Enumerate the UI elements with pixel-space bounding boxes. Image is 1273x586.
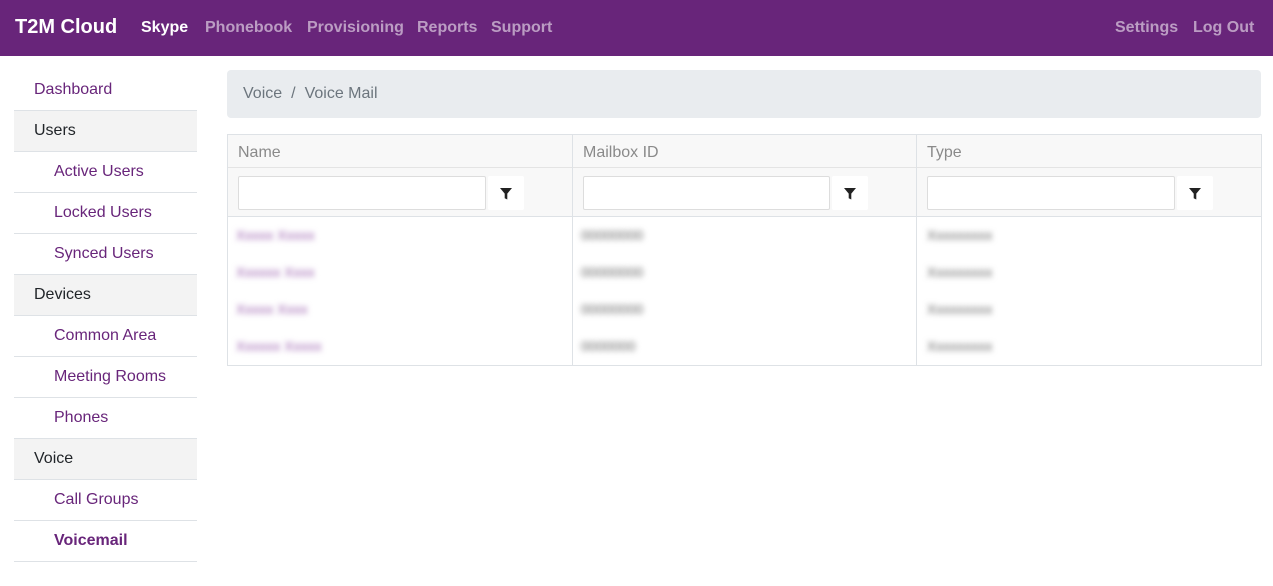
mailbox-filter-input[interactable] [583,176,830,210]
sidebar-item-phones[interactable]: Phones [14,398,197,439]
top-navbar: T2M Cloud Skype Phonebook Provisioning R… [0,0,1273,56]
filter-icon [1189,188,1201,200]
sidebar-group-voice: Voice [14,439,197,480]
brand-logo[interactable]: T2M Cloud [15,16,117,39]
sidebar-item-locked-users[interactable]: Locked Users [14,193,197,234]
sidebar-item-dashboard[interactable]: Dashboard [14,70,197,111]
column-header-type[interactable]: Type [927,144,962,162]
column-header-name[interactable]: Name [238,144,281,162]
cell-name[interactable]: Xxxxx Xxxx [236,301,308,317]
table-row[interactable]: Xxxxxx Xxxxx 0000000 Xxxxxxxxx [228,329,1261,366]
breadcrumb-current: Voice Mail [304,85,378,102]
voicemail-grid: Name Mailbox ID Type Xxxxx Xxxxx 0000000… [227,134,1262,366]
cell-name[interactable]: Xxxxx Xxxxx [236,227,315,243]
cell-mailbox-id: 00000000 [581,227,644,243]
cell-name[interactable]: Xxxxxx Xxxxx [236,338,322,354]
cell-type: Xxxxxxxxx [927,338,993,354]
sidebar-group-users: Users [14,111,197,152]
cell-type: Xxxxxxxxx [927,264,993,280]
name-filter-input[interactable] [238,176,486,210]
breadcrumb: Voice / Voice Mail [227,70,1261,118]
nav-phonebook[interactable]: Phonebook [205,19,292,37]
sidebar-item-call-groups[interactable]: Call Groups [14,480,197,521]
nav-skype[interactable]: Skype [141,19,188,37]
sidebar-item-voicemail[interactable]: Voicemail [14,521,197,562]
type-filter-input[interactable] [927,176,1175,210]
nav-logout[interactable]: Log Out [1193,19,1254,37]
cell-mailbox-id: 00000000 [581,264,644,280]
column-header-mailbox-id[interactable]: Mailbox ID [583,144,659,162]
type-filter-button[interactable] [1177,176,1213,210]
breadcrumb-voice-link[interactable]: Voice [243,85,282,102]
cell-type: Xxxxxxxxx [927,301,993,317]
header-divider [228,167,1261,168]
filter-icon [844,188,856,200]
filter-icon [500,188,512,200]
table-row[interactable]: Xxxxx Xxxx 00000000 Xxxxxxxxx [228,292,1261,329]
sidebar-item-synced-users[interactable]: Synced Users [14,234,197,275]
sidebar-item-common-area[interactable]: Common Area [14,316,197,357]
nav-reports[interactable]: Reports [417,19,477,37]
grid-header: Name Mailbox ID Type [228,135,1261,217]
nav-support[interactable]: Support [491,19,552,37]
cell-mailbox-id: 00000000 [581,301,644,317]
name-filter-button[interactable] [488,176,524,210]
nav-provisioning[interactable]: Provisioning [307,19,404,37]
table-row[interactable]: Xxxxxx Xxxx 00000000 Xxxxxxxxx [228,255,1261,292]
sidebar-item-active-users[interactable]: Active Users [14,152,197,193]
sidebar: Dashboard Users Active Users Locked User… [14,70,197,562]
cell-name[interactable]: Xxxxxx Xxxx [236,264,315,280]
table-row[interactable]: Xxxxx Xxxxx 00000000 Xxxxxxxxx [228,218,1261,255]
cell-type: Xxxxxxxxx [927,227,993,243]
nav-settings[interactable]: Settings [1115,19,1178,37]
sidebar-item-meeting-rooms[interactable]: Meeting Rooms [14,357,197,398]
mailbox-filter-button[interactable] [832,176,868,210]
cell-mailbox-id: 0000000 [581,338,636,354]
breadcrumb-separator: / [291,85,296,102]
sidebar-group-devices: Devices [14,275,197,316]
